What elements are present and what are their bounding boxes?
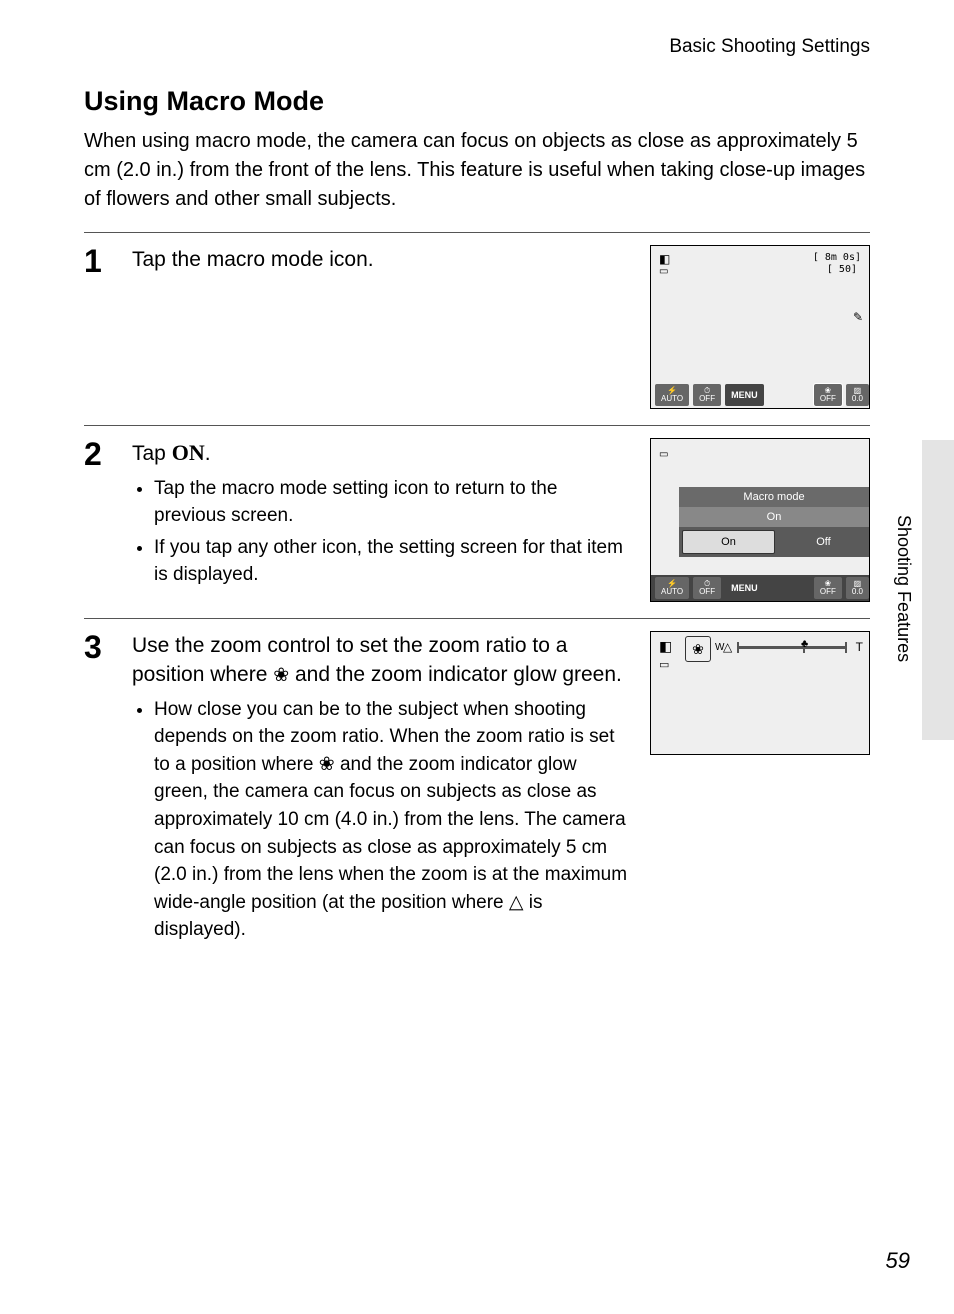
- section-title: Using Macro Mode: [84, 86, 870, 117]
- step-3: 3 Use the zoom control to set the zoom r…: [84, 618, 870, 964]
- side-tab: [922, 440, 954, 740]
- flower-icon: ❀: [273, 666, 289, 685]
- breadcrumb: Basic Shooting Settings: [84, 36, 870, 58]
- mountain-icon: △: [509, 893, 524, 912]
- camera-icon: ◧: [659, 638, 672, 655]
- step-2-bullet-2: If you tap any other icon, the setting s…: [154, 534, 632, 589]
- flower-icon: ❀: [319, 755, 335, 774]
- menu-title: Macro mode: [679, 487, 869, 507]
- menu-chip: MENU: [725, 384, 764, 406]
- current-value: On: [679, 507, 869, 527]
- battery-icon: ▭: [659, 658, 669, 671]
- flash-chip: ⚡AUTO: [655, 384, 689, 406]
- bottom-bar: ⚡AUTO ⏱OFF MENU ❀OFF ▨0.0: [651, 575, 869, 601]
- flash-chip: ⚡AUTO: [655, 577, 689, 599]
- intro-text: When using macro mode, the camera can fo…: [84, 127, 870, 214]
- step-3-bullet-1: How close you can be to the subject when…: [154, 696, 632, 944]
- battery-icon: ▭: [659, 266, 668, 277]
- timer-chip: ⏱OFF: [693, 384, 721, 406]
- macro-indicator-icon: ❀: [685, 636, 711, 662]
- step-2-text: Tap ON.: [132, 438, 632, 469]
- figure-1-camera-screen: ◧ ▭ [ 8m 0s] [ 50] ✎ ⚡AUTO ⏱OFF MENU ❀OF…: [650, 245, 870, 409]
- bottom-bar: ⚡AUTO ⏱OFF MENU ❀OFF ▨0.0: [651, 382, 869, 408]
- time-remaining: [ 8m 0s]: [813, 252, 861, 263]
- timer-chip: ⏱OFF: [693, 577, 721, 599]
- step-2-number: 2: [84, 438, 114, 470]
- menu-chip: MENU: [725, 577, 764, 599]
- step-3-number: 3: [84, 631, 114, 663]
- option-off: Off: [778, 527, 869, 557]
- zoom-bar: [737, 646, 847, 649]
- mountain-icon: △: [723, 640, 732, 654]
- step-1-text: Tap the macro mode icon.: [132, 245, 632, 274]
- touch-icon: ✎: [853, 310, 863, 324]
- exposure-chip: ▨0.0: [846, 384, 869, 406]
- step-1-number: 1: [84, 245, 114, 277]
- exposure-chip: ▨0.0: [846, 577, 869, 599]
- step-1: 1 Tap the macro mode icon. ◧ ▭ [ 8m 0s] …: [84, 232, 870, 425]
- page-number: 59: [886, 1248, 910, 1274]
- figure-2-macro-menu: ▭ Macro mode On On Off ⚡AUTO ⏱OFF MENU ❀…: [650, 438, 870, 602]
- option-on: On: [682, 530, 775, 554]
- step-2: 2 Tap ON. Tap the macro mode setting ico…: [84, 425, 870, 618]
- step-2-bullet-1: Tap the macro mode setting icon to retur…: [154, 475, 632, 530]
- battery-icon: ▭: [659, 449, 668, 460]
- figure-3-zoom-indicator: ◧ ▭ ❀ W △ ♣ T: [650, 631, 870, 755]
- macro-chip-highlighted: ❀OFF: [814, 384, 842, 406]
- tele-label: T: [856, 640, 863, 654]
- option-row: On Off: [679, 527, 869, 557]
- macro-chip: ❀OFF: [814, 577, 842, 599]
- shots-remaining: [ 50]: [827, 264, 857, 275]
- camera-icon: ◧: [659, 252, 670, 266]
- tree-icon: ♣: [801, 638, 808, 650]
- side-tab-label: Shooting Features: [893, 515, 914, 662]
- step-3-text: Use the zoom control to set the zoom rat…: [132, 631, 632, 690]
